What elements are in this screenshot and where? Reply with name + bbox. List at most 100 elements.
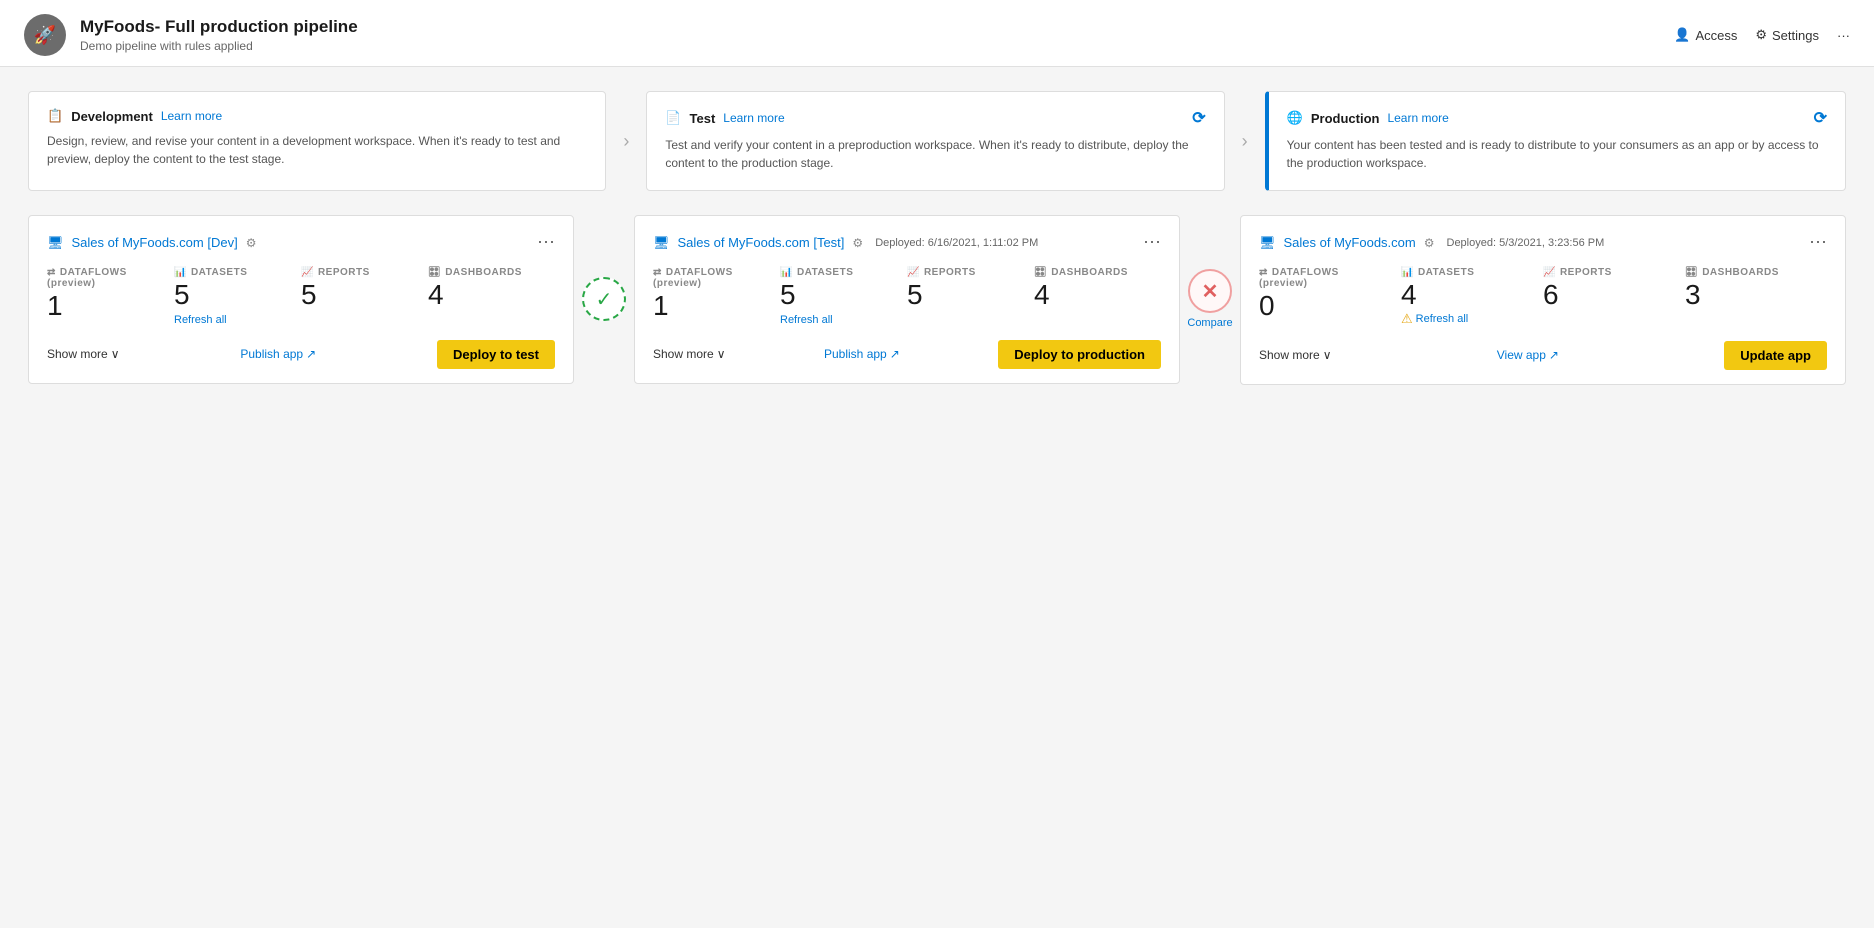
stage-info-development: 📋 Development Learn more Design, review,… (28, 91, 606, 191)
workspace-icon-prod: 🖥 (1259, 235, 1276, 251)
rocket-icon: 🚀 (34, 25, 56, 46)
datasets-icon-test: 📊 (780, 267, 793, 278)
prod-refresh-icon: ⟳ (1814, 108, 1827, 128)
prod-stat-reports: 📈 REPORTS 6 (1543, 267, 1685, 327)
prod-learn-more-link[interactable]: Learn more (1387, 111, 1448, 125)
datasets-icon: 📊 (174, 267, 187, 278)
workspace-icon-test: 🖥 (653, 235, 670, 251)
dev-deploy-button[interactable]: Deploy to test (437, 340, 555, 369)
workspace-icon: 🖥 (47, 235, 64, 251)
test-stat-reports: 📈 REPORTS 5 (907, 267, 1034, 326)
prod-stats-row: ⇄ DATAFLOWS (preview) 0 📊 DATASETS 4 (1259, 267, 1827, 327)
prod-show-more-button[interactable]: Show more ∨ (1259, 348, 1332, 362)
test-card-menu-button[interactable]: ⋯ (1143, 232, 1161, 253)
dev-refresh-all-link[interactable]: Refresh all (174, 314, 227, 326)
prod-workspace-card: 🖥 Sales of MyFoods.com ⚙ Deployed: 5/3/2… (1240, 215, 1846, 385)
dev-show-more-button[interactable]: Show more ∨ (47, 347, 120, 361)
workspace-cards-row: 🖥 Sales of MyFoods.com [Dev] ⚙ ⋯ ⇄ DATAF… (28, 215, 1846, 385)
external-link-icon-prod: ↗ (1549, 348, 1559, 362)
top-bar: 🚀 MyFoods- Full production pipeline Demo… (0, 0, 1874, 67)
chevron-down-icon-prod: ∨ (1323, 348, 1332, 362)
settings-button[interactable]: ⚙ Settings (1755, 27, 1819, 43)
test-refresh-icon: ⟳ (1192, 108, 1205, 128)
dashboards-icon: 🎛 (428, 267, 441, 278)
compare-link[interactable]: Compare (1187, 317, 1232, 329)
test-to-prod-arrow: › (1225, 131, 1265, 152)
test-refresh-all-link[interactable]: Refresh all (780, 314, 833, 326)
dev-to-test-arrow: › (606, 131, 646, 152)
stage-info-production: 🌐 Production Learn more ⟳ Your content h… (1265, 91, 1846, 191)
app-icon: 🚀 (24, 14, 66, 56)
app-header: 🚀 MyFoods- Full production pipeline Demo… (24, 14, 358, 56)
dev-workspace-wrapper: 🖥 Sales of MyFoods.com [Dev] ⚙ ⋯ ⇄ DATAF… (28, 215, 634, 384)
gear-icon: ⚙ (1755, 27, 1767, 43)
dev-stat-reports: 📈 REPORTS 5 (301, 267, 428, 326)
prod-update-app-button[interactable]: Update app (1724, 341, 1827, 370)
check-icon: ✓ (596, 287, 613, 312)
dev-stat-dataflows: ⇄ DATAFLOWS (preview) 1 (47, 267, 174, 326)
external-link-icon: ↗ (306, 347, 316, 361)
dev-card-header: 🖥 Sales of MyFoods.com [Dev] ⚙ ⋯ (47, 232, 555, 253)
test-deploy-button[interactable]: Deploy to production (998, 340, 1161, 369)
prod-refresh-all-link[interactable]: Refresh all (1416, 313, 1469, 325)
stage-header-test: 📄 Test Learn more ⟳ (665, 108, 1205, 128)
test-stat-dataflows: ⇄ DATAFLOWS (preview) 1 (653, 267, 780, 326)
dev-test-connector: ✓ (574, 277, 634, 321)
top-bar-actions: 👤 Access ⚙ Settings ··· (1674, 27, 1850, 43)
test-card-header: 🖥 Sales of MyFoods.com [Test] ⚙ Deployed… (653, 232, 1161, 253)
dev-learn-more-link[interactable]: Learn more (161, 109, 222, 123)
dashboards-icon-test: 🎛 (1034, 267, 1047, 278)
prod-network-icon: ⚙ (1424, 236, 1435, 250)
dev-network-icon: ⚙ (246, 236, 257, 250)
chevron-down-icon: ∨ (111, 347, 120, 361)
test-stage-description: Test and verify your content in a prepro… (665, 136, 1205, 172)
dev-stat-dashboards: 🎛 DASHBOARDS 4 (428, 267, 555, 326)
prod-stat-datasets: 📊 DATASETS 4 ⚠ Refresh all (1401, 267, 1543, 327)
reports-icon-test: 📈 (907, 267, 920, 278)
prod-card-title: 🖥 Sales of MyFoods.com ⚙ Deployed: 5/3/2… (1259, 235, 1604, 251)
dataflows-icon-prod: ⇄ (1259, 267, 1268, 278)
chevron-down-icon-test: ∨ (717, 347, 726, 361)
person-icon: 👤 (1674, 27, 1690, 43)
prod-stat-dataflows: ⇄ DATAFLOWS (preview) 0 (1259, 267, 1401, 327)
test-prod-connector: ✕ Compare (1180, 269, 1240, 329)
access-button[interactable]: 👤 Access (1674, 27, 1737, 43)
test-publish-app-link[interactable]: Publish app ↗ (824, 347, 900, 361)
external-link-icon-test: ↗ (890, 347, 900, 361)
dev-card-title: 🖥 Sales of MyFoods.com [Dev] ⚙ (47, 235, 256, 251)
prod-card-header: 🖥 Sales of MyFoods.com ⚙ Deployed: 5/3/2… (1259, 232, 1827, 253)
dev-card-menu-button[interactable]: ⋯ (537, 232, 555, 253)
error-icon: ✕ (1202, 279, 1219, 304)
test-stat-dashboards: 🎛 DASHBOARDS 4 (1034, 267, 1161, 326)
test-prod-status-icon: ✕ (1188, 269, 1232, 313)
dev-card-footer: Show more ∨ Publish app ↗ Deploy to test (47, 340, 555, 369)
prod-workspace-wrapper: 🖥 Sales of MyFoods.com ⚙ Deployed: 5/3/2… (1240, 215, 1846, 385)
prod-card-menu-button[interactable]: ⋯ (1809, 232, 1827, 253)
warning-icon: ⚠ (1401, 311, 1413, 327)
prod-view-app-link[interactable]: View app ↗ (1497, 348, 1559, 362)
stage-header-production: 🌐 Production Learn more ⟳ (1287, 108, 1827, 128)
more-options-button[interactable]: ··· (1837, 28, 1850, 43)
stage-info-test: 📄 Test Learn more ⟳ Test and verify your… (646, 91, 1224, 191)
test-learn-more-link[interactable]: Learn more (723, 111, 784, 125)
dashboards-icon-prod: 🎛 (1685, 267, 1698, 278)
test-network-icon: ⚙ (852, 236, 863, 250)
production-icon: 🌐 (1287, 110, 1303, 126)
test-workspace-wrapper: 🖥 Sales of MyFoods.com [Test] ⚙ Deployed… (634, 215, 1240, 384)
development-icon: 📋 (47, 108, 63, 124)
page-title: MyFoods- Full production pipeline (80, 17, 358, 37)
dev-publish-app-link[interactable]: Publish app ↗ (240, 347, 316, 361)
dev-workspace-card: 🖥 Sales of MyFoods.com [Dev] ⚙ ⋯ ⇄ DATAF… (28, 215, 574, 384)
prod-card-footer: Show more ∨ View app ↗ Update app (1259, 341, 1827, 370)
pipeline-stages: 📋 Development Learn more Design, review,… (28, 91, 1846, 191)
dataflows-icon-test: ⇄ (653, 267, 662, 278)
page-subtitle: Demo pipeline with rules applied (80, 39, 358, 53)
test-stats-row: ⇄ DATAFLOWS (preview) 1 📊 DATASETS 5 Ref… (653, 267, 1161, 326)
dev-stage-description: Design, review, and revise your content … (47, 132, 587, 168)
reports-icon: 📈 (301, 267, 314, 278)
prod-stat-dashboards: 🎛 DASHBOARDS 3 (1685, 267, 1827, 327)
test-card-footer: Show more ∨ Publish app ↗ Deploy to prod… (653, 340, 1161, 369)
prod-stage-description: Your content has been tested and is read… (1287, 136, 1827, 172)
test-icon: 📄 (665, 110, 681, 126)
test-show-more-button[interactable]: Show more ∨ (653, 347, 726, 361)
